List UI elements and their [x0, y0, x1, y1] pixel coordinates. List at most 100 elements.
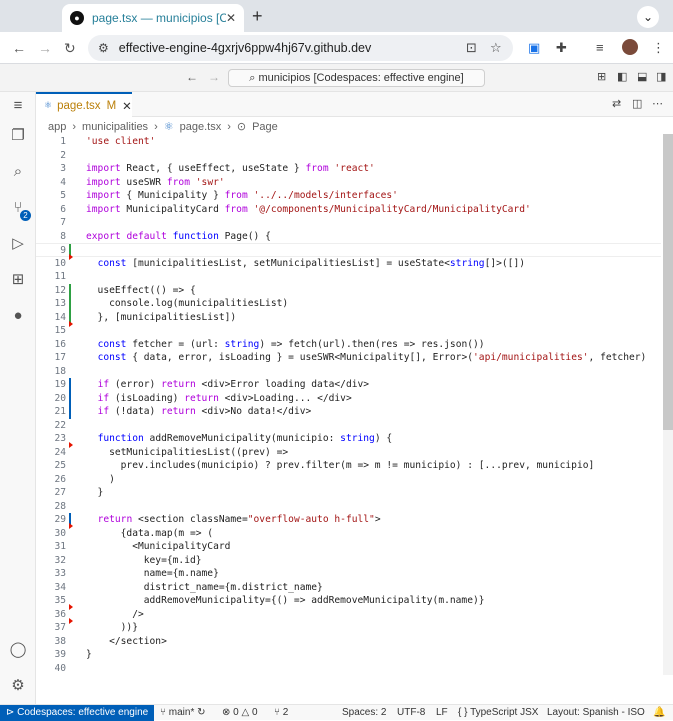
code-line[interactable]: 3 import React, { useEffect, useState } f…	[36, 162, 661, 176]
code-line[interactable]: 29 return <section className="overflow-a…	[36, 513, 661, 529]
close-editor-icon[interactable]: ✕	[122, 99, 132, 113]
code-line[interactable]: 33 name={m.name}	[36, 567, 661, 581]
breadcrumb-item[interactable]: page.tsx	[180, 121, 222, 133]
git-change-marker[interactable]	[69, 297, 71, 311]
code-line[interactable]: 18	[36, 365, 661, 379]
code-line[interactable]: 5 import { Municipality } from '../../mod…	[36, 189, 661, 203]
code-line[interactable]: 10 const [municipalitiesList, setMunicip…	[36, 257, 661, 271]
breadcrumb-item[interactable]: municipalities	[82, 121, 148, 133]
address-bar[interactable]: ⚙ effective-engine-4gxrjv6ppw4hj67v.gith…	[88, 35, 513, 61]
github-icon[interactable]: ●	[8, 306, 28, 326]
toggle-panel-icon[interactable]: ⬓	[637, 70, 647, 83]
screencast-icon[interactable]: ▣	[528, 40, 540, 56]
new-tab-button[interactable]: +	[252, 6, 263, 27]
close-tab-icon[interactable]: ✕	[226, 11, 236, 25]
explorer-icon[interactable]: ❐	[8, 126, 28, 146]
accounts-icon[interactable]: ◯	[8, 640, 28, 660]
encoding-indicator[interactable]: UTF-8	[397, 705, 425, 721]
run-debug-icon[interactable]: ▷	[8, 234, 28, 254]
code-line[interactable]: 37 ))}	[36, 621, 661, 635]
command-center[interactable]: ⌕ municipios [Codespaces: effective engi…	[228, 69, 485, 87]
split-editor-icon[interactable]: ◫	[632, 97, 642, 110]
code-line[interactable]: 24 setMunicipalitiesList((prev) =>	[36, 446, 661, 460]
install-app-icon[interactable]: ⊡	[466, 40, 477, 56]
notifications-icon[interactable]: 🔔	[653, 705, 665, 721]
code-line[interactable]: 9	[36, 243, 661, 260]
code-line[interactable]: 30 {data.map(m => (	[36, 527, 661, 541]
git-change-marker[interactable]	[69, 283, 71, 297]
editor-tab-page-tsx[interactable]: ⚛ page.tsx M ✕	[36, 92, 132, 117]
code-line[interactable]: 27 }	[36, 486, 661, 500]
code-line[interactable]: 12 useEffect(() => {	[36, 283, 661, 297]
git-change-marker[interactable]	[69, 405, 71, 419]
customize-layout-icon[interactable]: ⊞	[597, 70, 606, 83]
remote-indicator[interactable]: ⊳ Codespaces: effective engine	[0, 705, 155, 721]
code-line[interactable]: 7	[36, 216, 661, 230]
back-icon[interactable]: ←	[12, 40, 26, 56]
code-line[interactable]: 32 key={m.id}	[36, 554, 661, 568]
code-line[interactable]: 28	[36, 500, 661, 514]
extensions-icon[interactable]: ⊞	[8, 270, 28, 290]
toggle-sidebar-icon[interactable]: ◧	[617, 70, 627, 83]
line-number: 37	[54, 622, 66, 633]
language-indicator[interactable]: { } TypeScript JSX	[458, 705, 538, 721]
code-line[interactable]: 1 'use client'	[36, 135, 661, 149]
code-line[interactable]: 23 function addRemoveMunicipality(munici…	[36, 432, 661, 448]
code-line[interactable]: 21 if (!data) return <div>No data!</div>	[36, 405, 661, 419]
bookmark-star-icon[interactable]: ☆	[490, 40, 502, 56]
code-line[interactable]: 40	[36, 662, 661, 676]
git-change-marker[interactable]	[69, 378, 71, 392]
vscode-back-icon[interactable]: ←	[186, 70, 198, 84]
keyboard-layout-indicator[interactable]: Layout: Spanish - ISO	[547, 705, 645, 721]
toggle-secondary-sidebar-icon[interactable]: ◨	[656, 70, 666, 83]
code-line[interactable]: 31 <MunicipalityCard	[36, 540, 661, 554]
code-line[interactable]: 2	[36, 149, 661, 163]
site-info-icon[interactable]: ⚙	[98, 41, 109, 55]
extensions-icon[interactable]: ✚	[556, 40, 567, 56]
code-line[interactable]: 4 import useSWR from 'swr'	[36, 176, 661, 190]
code-line[interactable]: 20 if (isLoading) return <div>Loading...…	[36, 391, 661, 405]
breadcrumb-item[interactable]: app	[48, 121, 66, 133]
profile-avatar[interactable]	[622, 39, 638, 55]
code-line[interactable]: 11	[36, 270, 661, 284]
code-line[interactable]: 39}	[36, 648, 661, 662]
code-line[interactable]: 34 district_name={m.district_name}	[36, 581, 661, 595]
scrollbar-thumb[interactable]	[663, 134, 673, 430]
code-line[interactable]: 17 const { data, error, isLoading } = us…	[36, 351, 661, 365]
code-line[interactable]: 36 />	[36, 608, 661, 624]
code-line[interactable]: 15	[36, 324, 661, 338]
code-line[interactable]: 16 const fetcher = (url: string) => fetc…	[36, 338, 661, 352]
manage-gear-icon[interactable]: ⚙	[8, 676, 28, 696]
browser-tab[interactable]: ● page.tsx — municipios [Code ✕	[62, 4, 244, 32]
ports-indicator[interactable]: ⑂ 2	[274, 705, 288, 721]
editor-scrollbar[interactable]	[663, 134, 673, 675]
code-line[interactable]: 26 )	[36, 473, 661, 487]
menu-icon[interactable]: ≡	[8, 96, 28, 116]
tab-search-icon[interactable]: ⌄	[637, 6, 659, 28]
code-editor[interactable]: 1'use client' 2 3 import React, { useEffect…	[36, 134, 661, 675]
code-line[interactable]: 22	[36, 419, 661, 433]
forward-icon[interactable]: →	[38, 40, 52, 56]
git-change-marker[interactable]	[69, 391, 71, 405]
code-line[interactable]: 6 import MunicipalityCard from '@/compone…	[36, 203, 661, 217]
code-line[interactable]: 8 export default function Page() {	[36, 230, 661, 244]
vscode-forward-icon[interactable]: →	[208, 70, 220, 84]
breadcrumb-item[interactable]: Page	[252, 121, 278, 133]
problems-indicator[interactable]: ⊗ 0 △ 0	[222, 705, 258, 721]
open-changes-icon[interactable]: ⇄	[612, 97, 621, 110]
code-line[interactable]: 38 </section>	[36, 635, 661, 649]
more-actions-icon[interactable]: ⋯	[652, 97, 663, 110]
code-line[interactable]: 35 addRemoveMunicipality={() => addRemov…	[36, 594, 661, 610]
search-icon[interactable]: ⌕	[8, 162, 28, 182]
eol-indicator[interactable]: LF	[436, 705, 448, 721]
code-line[interactable]: 14 }, [municipalitiesList])	[36, 310, 661, 327]
indentation-indicator[interactable]: Spaces: 2	[342, 705, 386, 721]
branch-indicator[interactable]: ⑂ main* ↻	[160, 705, 206, 721]
line-number: 39	[54, 649, 66, 660]
code-line[interactable]: 13 console.log(municipalitiesList)	[36, 297, 661, 311]
media-icon[interactable]: ≡	[596, 40, 604, 55]
code-line[interactable]: 25 prev.includes(municipio) ? prev.filte…	[36, 459, 661, 473]
browser-menu-icon[interactable]: ⋮	[652, 40, 665, 56]
code-line[interactable]: 19 if (error) return <div>Error loading …	[36, 378, 661, 392]
reload-icon[interactable]: ↻	[64, 40, 76, 57]
